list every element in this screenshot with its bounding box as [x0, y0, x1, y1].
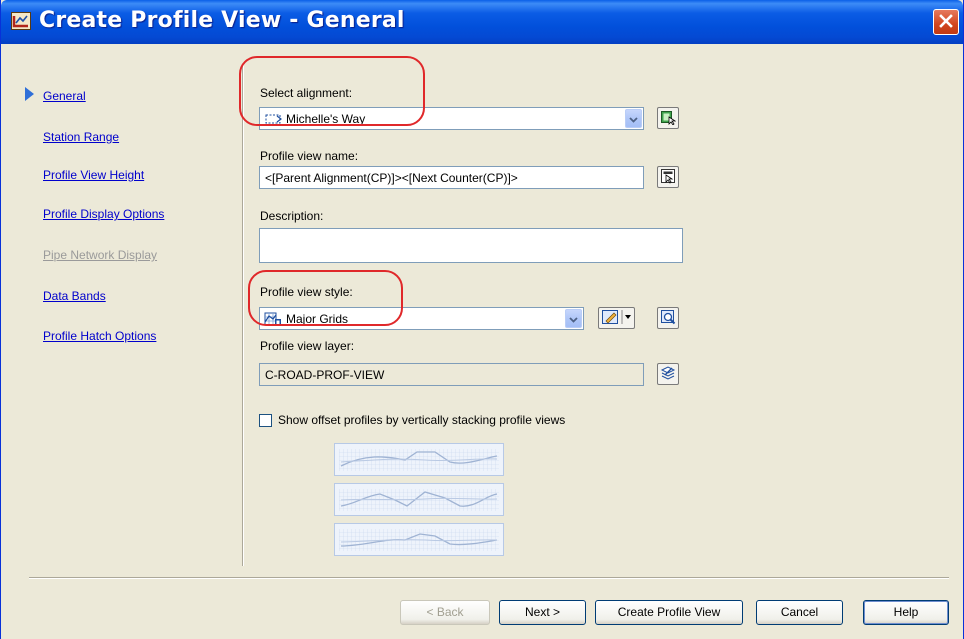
preview-profile-bottom [334, 523, 504, 556]
select-alignment-label: Select alignment: [260, 86, 353, 100]
nav-item-profile-display-options[interactable]: Profile Display Options [43, 207, 164, 221]
edit-style-menu-button[interactable] [598, 307, 635, 329]
back-button[interactable]: < Back [400, 600, 490, 625]
chevron-down-icon [569, 311, 578, 326]
alignment-value: Michelle's Way [286, 112, 366, 126]
next-button[interactable]: Next > [499, 600, 586, 625]
profile-view-style-combo[interactable]: Major Grids [259, 307, 584, 330]
nav-item-general[interactable]: General [43, 89, 86, 103]
nav-item-pipe-network-display: Pipe Network Display [43, 248, 158, 262]
pick-alignment-button[interactable] [657, 107, 679, 129]
layer-icon [660, 365, 676, 384]
profile-view-name-field[interactable]: <[Parent Alignment(CP)]><[Next Counter(C… [259, 166, 644, 189]
close-icon [939, 13, 953, 31]
alignment-dropdown-button[interactable] [625, 109, 642, 128]
current-page-arrow-icon [25, 87, 34, 101]
vertical-divider [242, 64, 244, 566]
profile-view-style-value: Major Grids [286, 312, 349, 326]
stack-profiles-label[interactable]: Show offset profiles by vertically stack… [278, 413, 565, 427]
preview-profile-top [334, 443, 504, 476]
pick-from-drawing-icon [660, 109, 677, 128]
style-preview-icon [660, 309, 676, 328]
horizontal-divider [29, 577, 949, 579]
civil3d-app-icon [11, 12, 31, 30]
nav-item-station-range[interactable]: Station Range [43, 130, 119, 144]
style-preview-button[interactable] [657, 307, 679, 329]
dialog-client-area: General Station Range Profile View Heigh… [1, 44, 963, 639]
profile-view-layer-field: C-ROAD-PROF-VIEW [259, 363, 644, 386]
stack-profiles-checkbox[interactable] [259, 414, 272, 427]
profile-view-style-label: Profile view style: [260, 285, 353, 299]
title-bar[interactable]: Create Profile View - General [1, 0, 963, 44]
edit-name-format-button[interactable] [657, 166, 679, 188]
wizard-nav: General Station Range Profile View Heigh… [1, 44, 241, 554]
description-label: Description: [260, 209, 324, 223]
layer-button[interactable] [657, 363, 679, 385]
close-button[interactable] [933, 9, 959, 35]
window-title: Create Profile View - General [39, 8, 405, 33]
create-profile-view-button[interactable]: Create Profile View [595, 600, 743, 625]
nav-item-profile-hatch-options[interactable]: Profile Hatch Options [43, 329, 156, 343]
alignment-icon [265, 113, 283, 128]
cancel-button[interactable]: Cancel [756, 600, 843, 625]
alignment-combo[interactable]: Michelle's Way [259, 107, 644, 130]
preview-profile-middle [334, 483, 504, 516]
edit-style-icon [601, 309, 633, 328]
help-button[interactable]: Help [863, 600, 949, 625]
profile-view-name-label: Profile view name: [260, 149, 359, 163]
edit-name-format-icon [660, 168, 676, 187]
nav-item-profile-view-height[interactable]: Profile View Height [43, 168, 144, 182]
dialog-window: Create Profile View - General General St… [0, 0, 964, 639]
description-field[interactable] [259, 228, 683, 263]
profile-view-style-icon [264, 311, 282, 330]
profile-view-style-dropdown-button[interactable] [565, 309, 582, 328]
chevron-down-icon [629, 111, 638, 126]
profile-view-layer-label: Profile view layer: [260, 339, 355, 353]
nav-item-data-bands[interactable]: Data Bands [43, 289, 106, 303]
